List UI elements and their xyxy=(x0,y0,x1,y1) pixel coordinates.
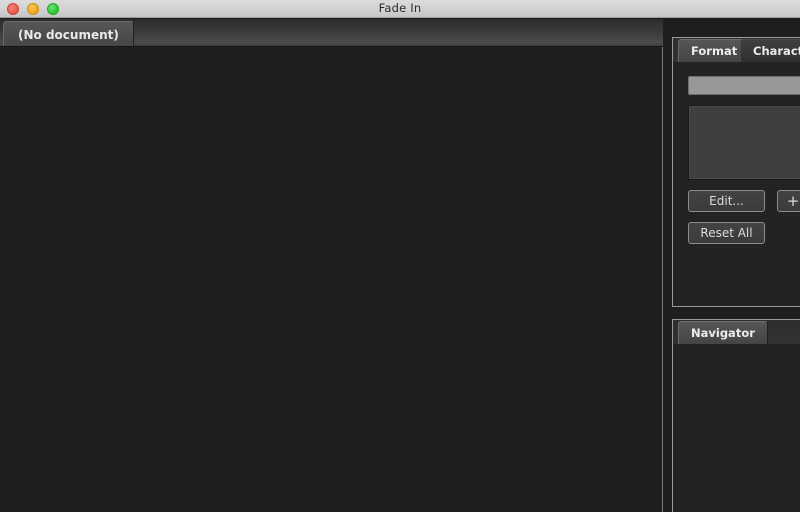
window-controls xyxy=(7,3,59,15)
minimize-window-button[interactable] xyxy=(27,3,39,15)
element-type-dropdown[interactable] xyxy=(688,76,800,95)
edit-button-label: Edit... xyxy=(709,194,744,208)
format-panel-tab-bar: Format Character xyxy=(673,38,800,62)
title-bar: Fade In xyxy=(0,0,800,18)
tab-character-label: Character xyxy=(753,44,800,58)
script-editor-canvas[interactable] xyxy=(0,47,662,512)
document-tab-no-document[interactable]: (No document) xyxy=(3,21,134,46)
document-tab-label: (No document) xyxy=(18,27,119,42)
edit-button[interactable]: Edit... xyxy=(688,190,765,212)
reset-all-button[interactable]: Reset All xyxy=(688,222,765,244)
right-dock: Format Character Edit... + Reset All xyxy=(671,19,800,512)
application-window: Fade In (No document) Format Character xyxy=(0,0,800,512)
navigator-panel: Navigator xyxy=(672,319,800,512)
plus-icon: + xyxy=(786,192,800,210)
reset-all-button-label: Reset All xyxy=(700,226,753,240)
tab-navigator-label: Navigator xyxy=(691,326,755,340)
format-preview-box xyxy=(688,105,800,180)
navigator-list[interactable] xyxy=(673,344,800,512)
editor-pane xyxy=(0,47,663,512)
window-title: Fade In xyxy=(378,1,422,15)
close-window-button[interactable] xyxy=(7,3,19,15)
maximize-window-button[interactable] xyxy=(47,3,59,15)
tab-character[interactable]: Character xyxy=(740,39,800,62)
document-tab-bar: (No document) xyxy=(0,19,663,47)
format-panel-body: Edit... + Reset All xyxy=(673,62,800,306)
add-format-button[interactable]: + xyxy=(777,190,800,212)
tab-format-label: Format xyxy=(691,44,738,58)
navigator-panel-tab-bar: Navigator xyxy=(673,320,800,344)
tab-navigator[interactable]: Navigator xyxy=(678,321,768,344)
format-panel: Format Character Edit... + Reset All xyxy=(672,37,800,307)
